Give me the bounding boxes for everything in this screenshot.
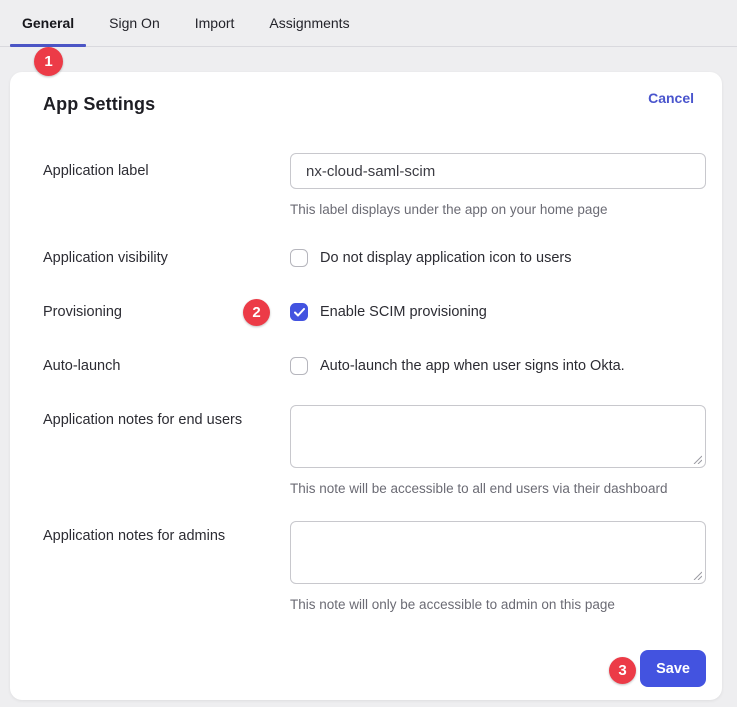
save-button[interactable]: Save [640,650,706,687]
auto-launch-label: Auto-launch [43,357,290,375]
row-provisioning: Provisioning Enable SCIM provisioning [33,303,706,321]
tab-sign-on[interactable]: Sign On [97,0,172,46]
app-settings-form: Application label This label displays un… [33,153,706,687]
notes-admins-textarea[interactable] [290,521,706,584]
auto-launch-checkbox-label[interactable]: Auto-launch the app when user signs into… [320,357,625,375]
tab-assignments[interactable]: Assignments [257,0,361,46]
step-badge-2: 2 [243,299,270,326]
scim-provisioning-checkbox[interactable] [290,303,308,321]
app-settings-card: App Settings Cancel Application label Th… [10,72,722,700]
visibility-checkbox-label[interactable]: Do not display application icon to users [320,249,571,267]
cancel-link[interactable]: Cancel [648,90,694,106]
row-application-visibility: Application visibility Do not display ap… [33,249,706,267]
row-notes-admins: Application notes for admins This note w… [33,521,706,613]
check-icon [294,308,305,317]
tab-general[interactable]: General [10,0,86,46]
card-footer: Save [33,650,706,687]
application-label-input[interactable] [290,153,706,189]
notes-admins-help: This note will only be accessible to adm… [290,596,706,613]
row-application-label: Application label This label displays un… [33,153,706,218]
notes-end-users-textarea[interactable] [290,405,706,468]
notes-end-users-help: This note will be accessible to all end … [290,480,706,497]
visibility-checkbox[interactable] [290,249,308,267]
notes-admins-label: Application notes for admins [43,521,290,613]
auto-launch-checkbox[interactable] [290,357,308,375]
application-visibility-label: Application visibility [43,249,290,267]
page-title: App Settings [43,94,155,115]
notes-end-users-label: Application notes for end users [43,405,290,497]
application-label-label: Application label [43,153,290,218]
application-label-help: This label displays under the app on you… [290,201,706,218]
step-badge-3: 3 [609,657,636,684]
scim-provisioning-checkbox-label[interactable]: Enable SCIM provisioning [320,303,487,321]
row-notes-end-users: Application notes for end users This not… [33,405,706,497]
step-badge-1: 1 [34,47,63,76]
tab-import[interactable]: Import [183,0,247,46]
row-auto-launch: Auto-launch Auto-launch the app when use… [33,357,706,375]
card-header: App Settings Cancel [33,94,706,115]
app-tab-bar: General Sign On Import Assignments [0,0,737,47]
